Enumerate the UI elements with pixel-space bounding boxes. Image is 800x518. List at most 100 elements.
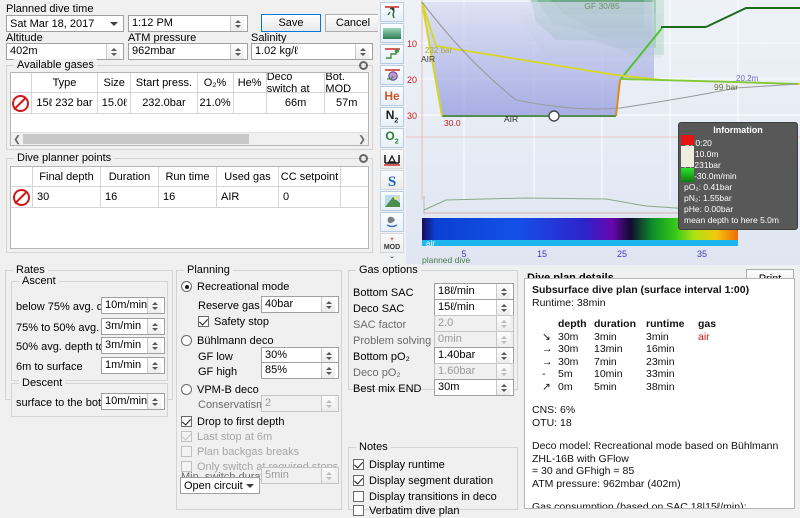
descent-rate-stepper-0[interactable] (147, 394, 161, 409)
scroll-right-icon[interactable]: ❯ (356, 134, 368, 145)
gf-high-field[interactable]: 85% (261, 362, 339, 379)
mod-icon[interactable]: +MOD (380, 233, 404, 253)
gear-icon[interactable] (359, 61, 368, 70)
vpmb-deco-radio[interactable]: VPM-B deco (181, 382, 259, 397)
gf-low-stepper[interactable] (321, 348, 335, 363)
best-mix-end-field[interactable]: 30m (434, 379, 514, 396)
ruler-icon[interactable] (380, 191, 404, 211)
scale-dive-icon[interactable] (380, 2, 404, 22)
min-switch-duration-stepper[interactable] (321, 468, 335, 483)
altitude-value: 402m (10, 44, 106, 59)
gas-row-icon-cell[interactable] (11, 93, 32, 113)
ascent-rate-field-0[interactable]: 10m/min (101, 297, 165, 314)
bottom-sac-stepper[interactable] (496, 284, 510, 299)
ascent-rate-stepper-3[interactable] (147, 358, 161, 373)
salinity-field[interactable]: 1.02 kg/ℓ (251, 43, 373, 60)
dive-date-combo[interactable]: Sat Mar 18, 2017 (6, 15, 124, 32)
gas-row-start: 232.0bar (131, 93, 197, 113)
atm-pressure-stepper[interactable] (230, 44, 244, 59)
point-row-icon-cell[interactable] (11, 187, 33, 207)
scroll-track[interactable] (23, 134, 356, 144)
show-heartrate-icon[interactable] (380, 23, 404, 43)
tissue-graph-icon[interactable] (380, 149, 404, 169)
bottom-sac-label: Bottom SAC (353, 287, 414, 299)
save-button[interactable]: Save (261, 14, 321, 32)
verbatim-dive-plan-checkbox[interactable]: Verbatim dive plan (353, 503, 460, 518)
ead-end-icon[interactable] (380, 212, 404, 232)
dive-date-value: Sat Mar 18, 2017 (10, 18, 110, 30)
points-col-pad (341, 167, 368, 186)
n2-graph-icon[interactable]: N2 (380, 107, 404, 127)
last-stop-at-6m-checkbox[interactable]: Last stop at 6m (181, 429, 272, 444)
descent-rate-field-0[interactable]: 10m/min (101, 393, 165, 410)
display-transitions-checkbox[interactable]: Display transitions in deco (353, 489, 497, 504)
recreational-mode-radio[interactable]: Recreational mode (181, 279, 289, 294)
display-segment-duration-label: Display segment duration (369, 475, 493, 487)
no-gas-icon[interactable] (12, 95, 29, 112)
available-gases-table[interactable]: Type Size Start press. O₂% He% Deco swit… (10, 72, 369, 146)
deco-sac-stepper[interactable] (496, 300, 510, 315)
sac-factor-stepper[interactable] (496, 316, 510, 331)
altitude-field[interactable]: 402m (6, 43, 124, 60)
conservatism-stepper[interactable] (321, 396, 335, 411)
calculated-ceiling-icon[interactable] (380, 65, 404, 85)
deco-po2-stepper[interactable] (496, 364, 510, 379)
reserve-gas-field[interactable]: 40bar (261, 296, 339, 313)
gases-horizontal-scrollbar[interactable]: ❮ ❯ (11, 132, 368, 145)
reserve-gas-stepper[interactable] (321, 297, 335, 312)
he-graph-icon[interactable]: He (380, 86, 404, 106)
display-segment-duration-checkbox[interactable]: Display segment duration (353, 473, 493, 488)
display-runtime-label: Display runtime (369, 459, 445, 471)
cancel-button[interactable]: Cancel (325, 14, 381, 32)
sac-graph-icon[interactable]: S (380, 170, 404, 190)
ascent-rate-stepper-1[interactable] (147, 319, 161, 334)
dive-plan-details-text[interactable]: Subsurface dive plan (surface interval 1… (524, 278, 795, 509)
ascent-rate-stepper-2[interactable] (147, 338, 161, 353)
dive-planner-points-table[interactable]: Final depth Duration Run time Used gas C… (10, 166, 369, 249)
display-runtime-checkbox[interactable]: Display runtime (353, 457, 445, 472)
min-switch-duration-field[interactable]: 5min (261, 467, 339, 484)
buhlmann-deco-radio[interactable]: Bühlmann deco (181, 333, 273, 348)
salinity-stepper[interactable] (355, 44, 369, 59)
ascent-rate-stepper-0[interactable] (147, 298, 161, 313)
atm-pressure-field[interactable]: 962mbar (128, 43, 248, 60)
deco-po2-field[interactable]: 1.60bar (434, 363, 514, 380)
dc-reported-ceiling-icon[interactable] (380, 44, 404, 64)
deco-po2-label: Deco pO₂ (353, 367, 401, 379)
ascent-rate-field-1[interactable]: 3m/min (101, 318, 165, 335)
ascent-rate-value-3: 1m/min (105, 358, 147, 373)
bottom-po2-stepper[interactable] (496, 348, 510, 363)
ascent-rate-field-3[interactable]: 1m/min (101, 357, 165, 374)
drop-to-first-depth-checkbox[interactable]: Drop to first depth (181, 414, 284, 429)
deco-sac-field[interactable]: 15ℓ/min (434, 299, 514, 316)
ascent-rate-field-2[interactable]: 3m/min (101, 337, 165, 354)
altitude-stepper[interactable] (106, 44, 120, 59)
dive-time-field[interactable]: 1:12 PM (128, 15, 248, 32)
no-gas-icon[interactable] (13, 189, 30, 206)
gf-low-label: GF low (198, 351, 233, 363)
planned-dive-time-label: Planned dive time (6, 3, 93, 15)
problem-solving-time-stepper[interactable] (496, 332, 510, 347)
scroll-left-icon[interactable]: ❮ (11, 134, 23, 145)
circuit-type-select[interactable]: Open circuit (180, 477, 260, 494)
table-row[interactable]: 30 16 16 AIR 0 (11, 187, 368, 208)
dive-profile-chart[interactable]: 10 20 30 5 15 25 35 GF 30/85 232 bar AIR… (406, 0, 800, 265)
table-row[interactable]: 15ℓ 232 bar 15.0ℓ 232.0bar 21.0% 66m 57m (11, 93, 368, 114)
best-mix-end-stepper[interactable] (496, 380, 510, 395)
o2-graph-icon[interactable]: O2 (380, 128, 404, 148)
details-deco-model-line1: Deco model: Recreational mode based on B… (532, 440, 787, 465)
conservatism-field[interactable]: 2 (261, 395, 339, 412)
safety-stop-checkbox[interactable]: Safety stop (198, 314, 269, 329)
profile-toolbar: He N2 O2 S +MOD ˇ (378, 0, 407, 267)
gf-high-stepper[interactable] (321, 363, 335, 378)
plan-backgas-breaks-checkbox[interactable]: Plan backgas breaks (181, 444, 299, 459)
dive-time-stepper[interactable] (230, 16, 244, 31)
gear-icon[interactable] (359, 154, 368, 163)
bottom-po2-field[interactable]: 1.40bar (434, 347, 514, 364)
sac-factor-field[interactable]: 2.0 (434, 315, 514, 332)
details-deco-model-line2: = 30 and GFhigh = 85 (532, 465, 787, 478)
problem-solving-time-field[interactable]: 0min (434, 331, 514, 348)
radio-indicator (181, 281, 192, 292)
bottom-sac-field[interactable]: 18ℓ/min (434, 283, 514, 300)
details-segment-row: ↗ 0m 5min 38min (532, 381, 787, 394)
